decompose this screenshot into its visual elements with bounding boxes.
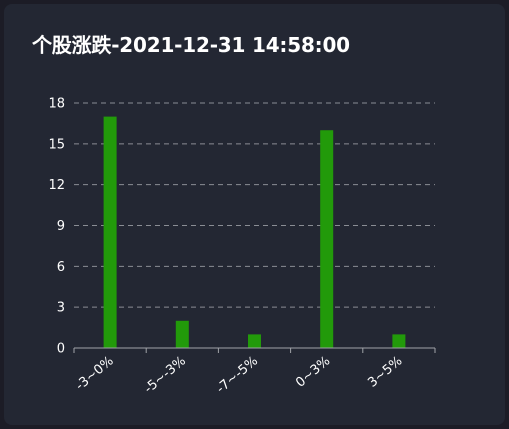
bar bbox=[320, 130, 334, 348]
y-tick-label: 0 bbox=[57, 342, 65, 357]
x-axis-ticks: -3~0% -5~-3% -7~-5% 0~3% 3~5% bbox=[73, 354, 406, 397]
bar bbox=[248, 334, 261, 348]
y-tick-label: 18 bbox=[48, 97, 65, 112]
x-tick-label: 0~3% bbox=[293, 354, 333, 391]
x-tick-label: -5~-3% bbox=[142, 354, 189, 397]
x-tick-label: -7~-5% bbox=[214, 354, 261, 397]
bar-chart: 0 3 6 9 12 15 18 -3~0% -5~-3% -7~-5% 0~3% 3~5% bbox=[48, 97, 436, 397]
y-tick-label: 6 bbox=[57, 260, 65, 275]
bar bbox=[103, 116, 117, 348]
y-axis-ticks: 0 3 6 9 12 15 18 bbox=[48, 97, 65, 357]
bar bbox=[175, 320, 189, 348]
y-tick-label: 15 bbox=[48, 137, 65, 152]
bar bbox=[392, 334, 406, 348]
bars bbox=[103, 116, 406, 348]
y-tick-label: 12 bbox=[48, 178, 65, 193]
grid-lines bbox=[74, 102, 435, 308]
y-tick-label: 9 bbox=[57, 219, 65, 234]
y-tick-label: 3 bbox=[57, 301, 65, 316]
x-tick-label: -3~0% bbox=[73, 354, 117, 394]
x-axis bbox=[73, 347, 436, 353]
x-tick-label: 3~5% bbox=[365, 354, 405, 391]
